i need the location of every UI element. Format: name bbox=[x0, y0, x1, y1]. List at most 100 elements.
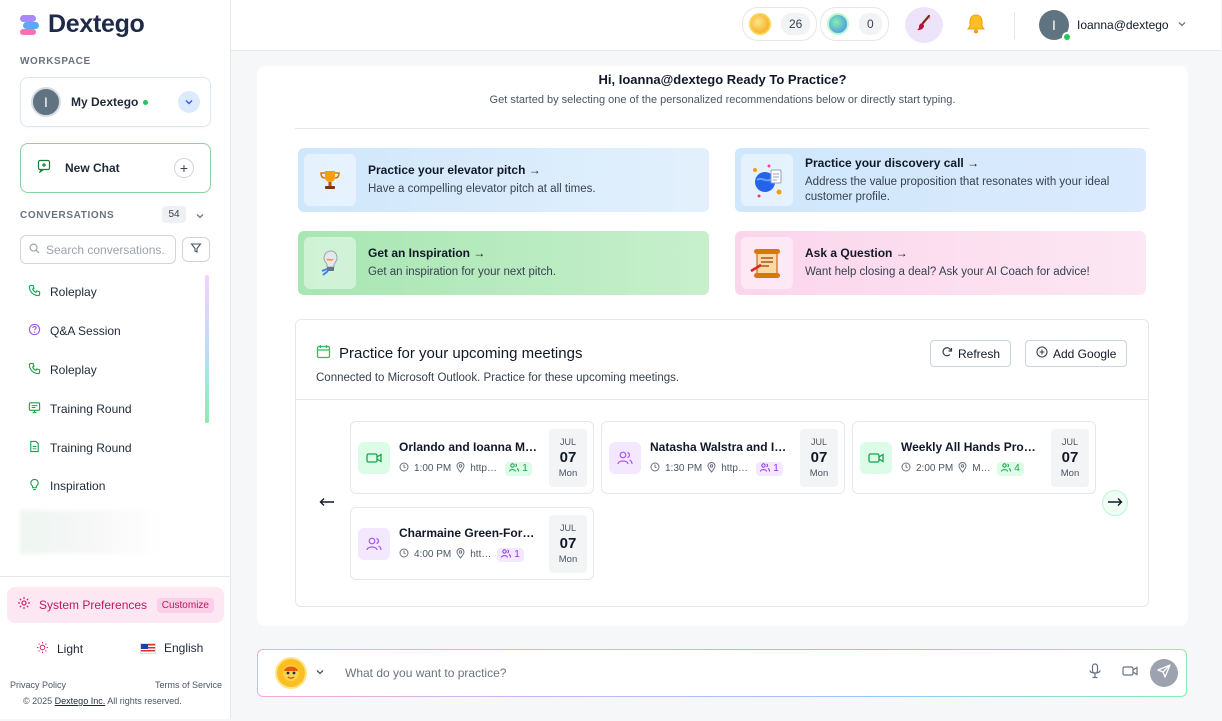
date-day: 07 bbox=[1061, 448, 1079, 466]
language-selector[interactable]: English bbox=[140, 641, 203, 655]
location-pin-icon bbox=[958, 461, 967, 476]
filter-button[interactable] bbox=[182, 237, 210, 262]
online-status-dot bbox=[1062, 32, 1072, 42]
chevron-down-icon[interactable] bbox=[178, 91, 200, 113]
conversation-item-inspiration[interactable]: Inspiration bbox=[20, 467, 208, 506]
conversation-item-roleplay[interactable]: Roleplay bbox=[20, 273, 208, 312]
video-camera-icon[interactable] bbox=[1122, 664, 1138, 682]
chat-composer bbox=[257, 649, 1187, 697]
lightbulb-icon bbox=[304, 237, 356, 289]
recommendation-title: Ask a Question → bbox=[805, 246, 908, 260]
company-link[interactable]: Dextego Inc. bbox=[55, 696, 106, 706]
add-google-label: Add Google bbox=[1053, 346, 1117, 361]
date-weekday: Mon bbox=[809, 467, 829, 479]
customize-badge[interactable]: Customize bbox=[156, 597, 214, 613]
meeting-card[interactable]: Natasha Walstra and Ioanna 1:30 PM https… bbox=[601, 421, 845, 494]
search-icon bbox=[29, 241, 40, 259]
recommendation-inspiration[interactable]: Get an Inspiration → Get an inspiration … bbox=[298, 231, 709, 295]
greeting-subtitle: Get started by selecting one of the pers… bbox=[489, 94, 956, 106]
conversation-item-training-round[interactable]: Training Round bbox=[20, 428, 208, 467]
recommendation-desc: Address the value proposition that reson… bbox=[805, 175, 1110, 203]
people-icon bbox=[358, 527, 390, 560]
system-preferences-button[interactable]: System Preferences Customize bbox=[7, 587, 224, 623]
conversation-label: Roleplay bbox=[50, 362, 97, 377]
meeting-card[interactable]: Charmaine Green-Ford and Ioanna 4:00 PM … bbox=[350, 507, 594, 580]
coins-counter[interactable]: 26 bbox=[742, 7, 818, 41]
meeting-name: Natasha Walstra and Ioanna bbox=[650, 439, 792, 454]
coin-icon bbox=[749, 13, 771, 35]
chevron-down-icon bbox=[1177, 18, 1187, 32]
previous-arrow-button[interactable] bbox=[314, 490, 340, 516]
users-icon bbox=[509, 462, 520, 475]
refresh-button[interactable]: Refresh bbox=[930, 340, 1012, 367]
user-menu[interactable]: I Ioanna@dextego bbox=[1039, 10, 1187, 42]
conversation-item-training-round[interactable]: Training Round bbox=[20, 389, 208, 428]
location-pin-icon bbox=[456, 547, 465, 562]
theme-toggle[interactable]: Light bbox=[36, 641, 83, 657]
workspace-selector[interactable]: I My Dextego bbox=[20, 77, 211, 127]
recommendation-ask-question[interactable]: Ask a Question → Want help closing a dea… bbox=[735, 231, 1146, 295]
divider bbox=[1014, 12, 1015, 39]
greeting-title: Hi, Ioanna@dextego Ready To Practice? bbox=[598, 72, 847, 87]
user-initial: I bbox=[1052, 17, 1056, 33]
new-chat-button[interactable]: New Chat + bbox=[20, 143, 211, 193]
magic-brush-button[interactable] bbox=[905, 7, 943, 43]
add-google-button[interactable]: Add Google bbox=[1025, 340, 1128, 367]
brand-name: Dextego bbox=[48, 10, 145, 38]
date-weekday: Mon bbox=[1060, 467, 1080, 479]
user-name: Ioanna@dextego bbox=[1077, 18, 1169, 32]
conversation-item-qa-session[interactable]: Q&A Session bbox=[20, 312, 208, 351]
privacy-policy-link[interactable]: Privacy Policy bbox=[10, 680, 66, 690]
meeting-name: Charmaine Green-Ford and Ioanna bbox=[399, 525, 541, 540]
ai-coach-avatar[interactable] bbox=[275, 657, 307, 689]
dextego-logo-icon bbox=[20, 14, 40, 35]
meetings-subtitle: Connected to Microsoft Outlook. Practice… bbox=[316, 372, 680, 384]
conversation-label: Training Round bbox=[50, 401, 132, 416]
users-icon bbox=[760, 462, 771, 475]
copyright-prefix: © 2025 bbox=[23, 696, 53, 706]
terms-of-service-link[interactable]: Terms of Service bbox=[155, 680, 222, 690]
search-conversations-input[interactable] bbox=[46, 242, 166, 257]
meeting-date: JUL 07 Mon bbox=[800, 428, 838, 487]
attendee-count: 1 bbox=[773, 463, 779, 474]
notification-bell-icon[interactable] bbox=[966, 13, 986, 40]
upcoming-meetings-card: Practice for your upcoming meetings Conn… bbox=[295, 319, 1149, 607]
microphone-icon[interactable] bbox=[1088, 662, 1102, 684]
phone-icon bbox=[28, 284, 41, 300]
clock-icon bbox=[901, 462, 911, 475]
clock-icon bbox=[650, 462, 660, 475]
gems-counter[interactable]: 0 bbox=[820, 7, 889, 41]
chevron-down-icon[interactable] bbox=[195, 208, 205, 226]
next-arrow-button[interactable] bbox=[1102, 490, 1128, 516]
recommendation-title: Practice your discovery call → bbox=[805, 155, 980, 170]
recommendation-desc: Have a compelling elevator pitch at all … bbox=[368, 183, 596, 195]
recommendation-elevator-pitch[interactable]: Practice your elevator pitch → Have a co… bbox=[298, 148, 709, 212]
clock-icon bbox=[399, 548, 409, 561]
send-button[interactable] bbox=[1150, 659, 1178, 687]
practice-prompt-input[interactable] bbox=[345, 666, 1045, 680]
chevron-down-icon[interactable] bbox=[315, 664, 325, 682]
meeting-card[interactable]: Orlando and Ioanna Meeting 1:00 PM https… bbox=[350, 421, 594, 494]
brush-icon bbox=[915, 14, 933, 37]
brand-logo[interactable]: Dextego bbox=[20, 10, 145, 39]
meeting-name: Weekly All Hands Product Sync bbox=[901, 439, 1043, 454]
refresh-icon bbox=[941, 346, 953, 361]
conversation-scrollbar[interactable] bbox=[205, 275, 209, 423]
video-camera-icon bbox=[358, 441, 390, 474]
meeting-time: 1:00 PM bbox=[414, 463, 452, 474]
date-month: JUL bbox=[559, 522, 576, 533]
monitor-icon bbox=[28, 401, 41, 417]
conversations-count-badge: 54 bbox=[162, 206, 186, 223]
main-panel: Hi, Ioanna@dextego Ready To Practice? Ge… bbox=[257, 66, 1188, 626]
phone-icon bbox=[28, 362, 41, 378]
search-box bbox=[20, 235, 176, 264]
attendee-count: 1 bbox=[514, 549, 520, 560]
meeting-card[interactable]: Weekly All Hands Product Sync 2:00 PM Mi… bbox=[852, 421, 1096, 494]
calendar-icon bbox=[316, 344, 331, 363]
divider bbox=[296, 399, 1148, 400]
send-icon bbox=[1157, 663, 1171, 683]
users-icon bbox=[501, 548, 512, 561]
conversation-item-roleplay[interactable]: Roleplay bbox=[20, 351, 208, 390]
recommendation-discovery-call[interactable]: Practice your discovery call → Address t… bbox=[735, 148, 1146, 212]
date-month: JUL bbox=[810, 436, 827, 447]
